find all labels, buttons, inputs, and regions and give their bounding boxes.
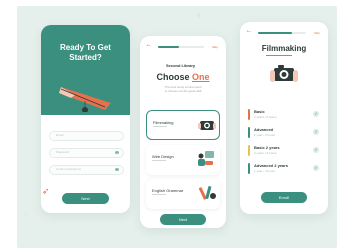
option-underline bbox=[152, 160, 166, 161]
option-filmmaking[interactable]: Filmmaking bbox=[146, 110, 220, 140]
signup-title: Ready To Get Started? bbox=[41, 43, 130, 63]
option-label: English Grammar bbox=[152, 188, 184, 193]
enroll-button[interactable]: Enroll bbox=[261, 192, 307, 203]
check-icon: ✓ bbox=[313, 129, 319, 135]
option-label: Web Design bbox=[152, 154, 174, 159]
show-confirm-eye-icon[interactable] bbox=[115, 168, 119, 171]
camera-hands-illustration-icon bbox=[270, 65, 298, 82]
choose-heading: Choose One bbox=[140, 72, 226, 82]
confirm-password-placeholder: Confirm Password bbox=[56, 167, 81, 171]
option-english-grammar[interactable]: English Grammar bbox=[146, 179, 220, 209]
wave-doodle-icon: ~ bbox=[24, 212, 28, 218]
lesson-color-bar bbox=[248, 163, 250, 174]
back-arrow-icon[interactable]: ← bbox=[146, 42, 152, 48]
lesson-meta: 2 years • 6 hours bbox=[254, 151, 277, 155]
lesson-name: Advanced bbox=[254, 127, 274, 132]
hang-glider-illustration-icon bbox=[59, 87, 111, 115]
paper-plane-icon: ➶ bbox=[42, 186, 50, 196]
choose-course-screen: ← Skip Second Library Choose One The bes… bbox=[140, 36, 226, 228]
lesson-color-bar bbox=[248, 127, 250, 138]
heading-accent: One bbox=[192, 72, 210, 82]
check-icon: ✓ bbox=[313, 111, 319, 117]
lesson-name: Basic bbox=[254, 109, 265, 114]
lesson-item[interactable]: Advanced 1 year • 4 hours ✓ bbox=[248, 126, 321, 140]
password-placeholder: Password bbox=[56, 150, 70, 154]
check-icon: ✓ bbox=[313, 147, 319, 153]
lesson-item[interactable]: Basic 2 years • 6 hours ✓ bbox=[248, 108, 321, 122]
choose-subtitle: The best study environment to choose not… bbox=[140, 85, 226, 93]
skip-link[interactable]: Skip bbox=[314, 31, 320, 35]
option-underline bbox=[153, 126, 167, 127]
confirm-password-field[interactable]: Confirm Password bbox=[49, 165, 124, 175]
option-label: Filmmaking bbox=[153, 120, 174, 125]
check-icon: ✓ bbox=[313, 165, 319, 171]
subtitle-line-2: to choose not the great skill bbox=[164, 89, 202, 93]
email-field[interactable]: Email bbox=[49, 131, 124, 141]
progress-fill bbox=[258, 32, 292, 34]
lesson-color-bar bbox=[248, 109, 250, 120]
heading-main: Choose bbox=[156, 72, 192, 82]
progress-track bbox=[258, 32, 306, 34]
heading-underline bbox=[266, 55, 292, 56]
course-detail-screen: ← Skip Filmmaking Basic 2 years • 6 hour… bbox=[240, 22, 328, 214]
option-web-design[interactable]: Web Design bbox=[146, 145, 220, 175]
password-field[interactable]: Password bbox=[49, 148, 124, 158]
camera-hands-icon bbox=[198, 121, 216, 130]
web-design-figure-icon bbox=[198, 151, 214, 166]
paper-plane-doodle-icon: ✈ bbox=[196, 13, 202, 20]
next-button[interactable]: Next bbox=[160, 214, 206, 225]
course-heading: Filmmaking bbox=[261, 44, 307, 53]
lesson-meta: 1 year • 4 hours bbox=[254, 133, 276, 137]
lesson-name: Basic 2 years bbox=[254, 145, 280, 150]
title-line-1: Ready To Get bbox=[60, 43, 111, 52]
email-placeholder: Email bbox=[56, 133, 64, 137]
pencils-icon bbox=[198, 186, 216, 200]
lesson-name: Advanced 2 years bbox=[254, 163, 289, 168]
dribbble-shot-background: ✈ ~ Ready To Get Started? Email Password… bbox=[0, 0, 338, 249]
skip-link[interactable]: Skip bbox=[212, 45, 218, 49]
brand-tagline: Second Library bbox=[166, 63, 196, 68]
lesson-meta: 1 year • 4 hours bbox=[254, 169, 276, 173]
option-underline bbox=[152, 194, 166, 195]
next-button[interactable]: Next bbox=[62, 193, 109, 204]
lesson-item[interactable]: Basic 2 years 2 years • 6 hours ✓ bbox=[248, 144, 321, 158]
lesson-color-bar bbox=[248, 145, 250, 156]
title-line-2: Started? bbox=[69, 53, 102, 62]
lesson-meta: 2 years • 6 hours bbox=[254, 115, 277, 119]
signup-screen: Ready To Get Started? Email Password Con… bbox=[41, 25, 130, 213]
back-arrow-icon[interactable]: ← bbox=[246, 28, 252, 34]
progress-fill bbox=[158, 46, 179, 48]
lesson-item[interactable]: Advanced 2 years 1 year • 4 hours ✓ bbox=[248, 162, 321, 176]
show-password-eye-icon[interactable] bbox=[115, 151, 119, 154]
progress-track bbox=[158, 46, 204, 48]
